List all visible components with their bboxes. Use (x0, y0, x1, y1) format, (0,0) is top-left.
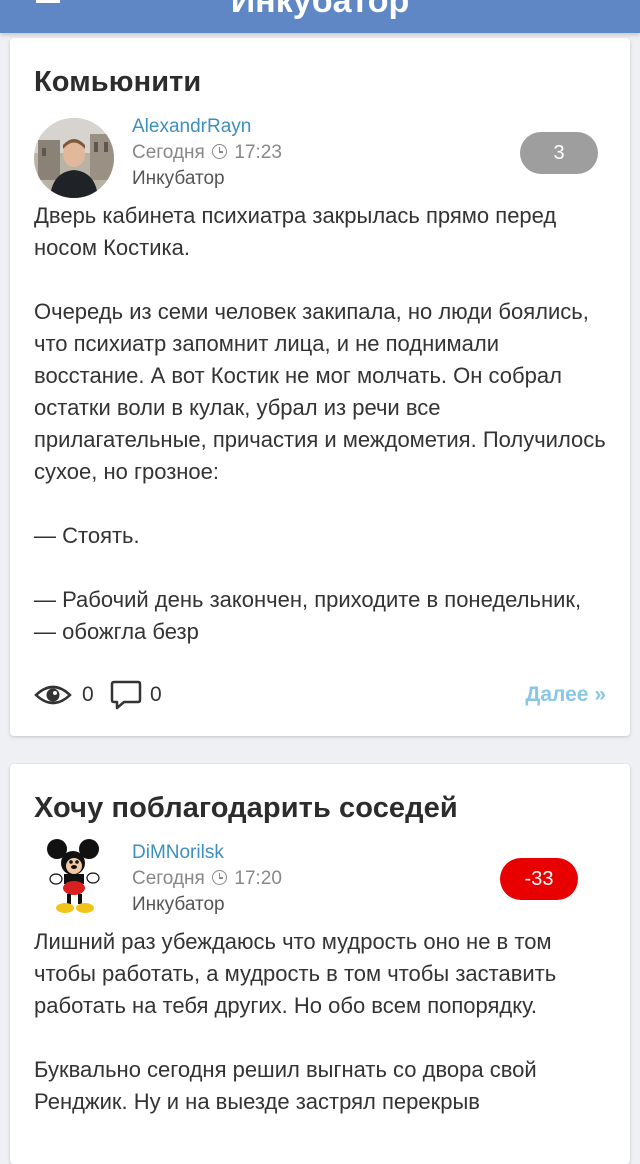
post-time: Сегодня 17:23 (132, 140, 282, 166)
post-date: Сегодня (132, 142, 205, 163)
post-title[interactable]: Хочу поблагодарить соседей (34, 792, 458, 825)
avatar[interactable] (34, 118, 114, 198)
post-time-value: 17:20 (234, 868, 282, 889)
post-paragraph: Лишний раз убеждаюсь что мудрость оно не… (34, 929, 557, 1018)
post-body: Дверь кабинета психиатра закрылась прямо… (34, 200, 609, 680)
post-body: Лишний раз убеждаюсь что мудрость оно не… (34, 926, 609, 1150)
community-link[interactable]: Инкубатор (132, 166, 282, 192)
community-link[interactable]: Инкубатор (132, 892, 282, 918)
post-meta: AlexandrRayn Сегодня 17:23 Инкубатор (132, 114, 282, 192)
post-title[interactable]: Комьюнити (34, 66, 201, 99)
clock-icon (212, 870, 228, 885)
post-paragraph: — Стоять. (34, 523, 140, 548)
post-time: Сегодня 17:20 (132, 866, 282, 892)
clock-icon (212, 144, 228, 159)
post-card: Комьюнити AlexandrRayn Сегодня 17:23 Инк… (10, 38, 630, 736)
comment-icon[interactable] (110, 680, 142, 710)
app-title: Инкубатор (230, 0, 410, 20)
comments-count[interactable]: 0 (150, 683, 162, 707)
avatar[interactable] (34, 836, 114, 916)
post-paragraph: Очередь из семи человек закипала, но люд… (34, 299, 606, 484)
rating-badge: 3 (520, 132, 598, 174)
author-link[interactable]: DiMNorilsk (132, 840, 282, 866)
post-date: Сегодня (132, 868, 205, 889)
post-time-value: 17:23 (234, 142, 282, 163)
post-footer: 0 0 Далее » (34, 680, 606, 714)
eye-icon (34, 685, 72, 705)
post-card: Хочу поблагодарить соседей DiMNorilsk Се… (10, 764, 630, 1164)
post-paragraph: — Рабочий день закончен, приходите в пон… (34, 587, 582, 644)
app-header: Инкубатор (0, 0, 640, 33)
rating-badge: -33 (500, 858, 578, 900)
post-paragraph: Буквально сегодня решил выгнать со двора… (34, 1057, 537, 1114)
author-link[interactable]: AlexandrRayn (132, 114, 282, 140)
post-meta: DiMNorilsk Сегодня 17:20 Инкубатор (132, 840, 282, 918)
views-count: 0 (82, 683, 94, 706)
post-paragraph: Дверь кабинета психиатра закрылась прямо… (34, 203, 557, 260)
read-more-link[interactable]: Далее » (525, 683, 606, 707)
